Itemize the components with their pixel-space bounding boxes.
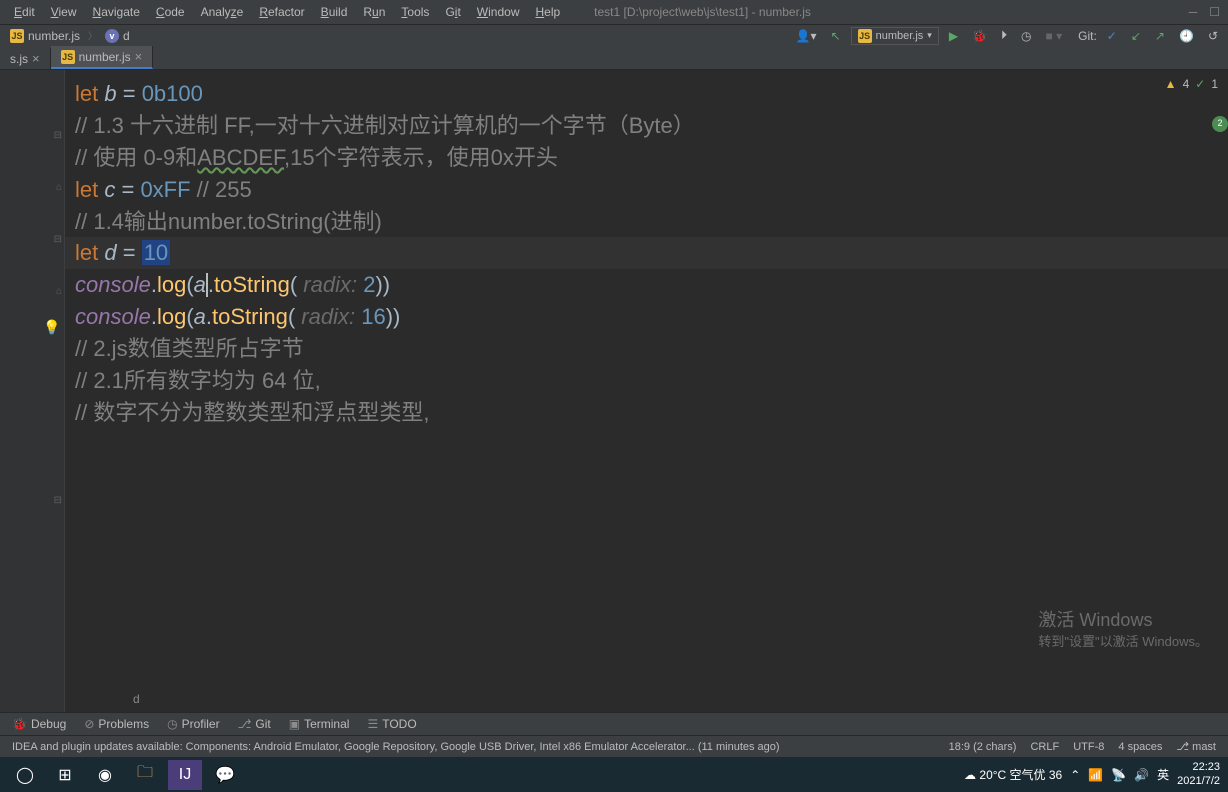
- git-history-icon[interactable]: 🕘: [1175, 27, 1198, 45]
- intellij-icon[interactable]: IJ: [168, 760, 202, 790]
- menu-view[interactable]: View: [45, 3, 83, 21]
- taskbar: ◯ ⊞ ◉ 🗀 IJ 💬 ☁ 20°C 空气优 36 ⌃ 📶 📡 🔊 英 22:…: [0, 757, 1228, 792]
- wifi-icon[interactable]: 📡: [1111, 768, 1126, 782]
- git-toolbar-label: Git:: [1078, 29, 1097, 43]
- js-file-icon: JS: [61, 50, 75, 64]
- git-commit-icon[interactable]: ↙: [1127, 27, 1145, 45]
- todo-icon: ☰: [367, 717, 378, 731]
- start-button[interactable]: ◯: [8, 760, 42, 790]
- terminal-icon: ▣: [289, 717, 300, 731]
- intention-bulb-icon[interactable]: 💡: [43, 317, 60, 337]
- git-update-icon[interactable]: ✓: [1103, 27, 1121, 45]
- tool-todo[interactable]: ☰TODO: [367, 717, 416, 731]
- menu-help[interactable]: Help: [529, 3, 566, 21]
- wechat-icon[interactable]: 💬: [208, 760, 242, 790]
- user-icon[interactable]: 👤▾: [792, 27, 821, 45]
- line-separator[interactable]: CRLF: [1030, 741, 1059, 753]
- run-button[interactable]: ▶: [945, 27, 962, 45]
- variable-icon: v: [105, 29, 119, 43]
- minimize-icon[interactable]: ─: [1189, 5, 1198, 19]
- menu-navigate[interactable]: Navigate: [87, 3, 146, 21]
- build-hammer-icon[interactable]: ↖: [827, 27, 845, 45]
- navigation-bar: JS number.js 〉 v d 👤▾ ↖ JS number.js ▾ ▶…: [0, 24, 1228, 46]
- explorer-icon[interactable]: 🗀: [128, 760, 162, 790]
- menu-analyze[interactable]: Analyze: [195, 3, 250, 21]
- clock[interactable]: 22:23 2021/7/2: [1177, 761, 1220, 787]
- profiler-icon: ◷: [167, 717, 177, 731]
- breadcrumb-file[interactable]: JS number.js: [6, 28, 84, 44]
- git-rollback-icon[interactable]: ↺: [1204, 27, 1222, 45]
- breadcrumb-var[interactable]: v d: [101, 28, 134, 44]
- menu-bar: Edit View Navigate Code Analyze Refactor…: [0, 0, 1228, 24]
- menu-run[interactable]: Run: [357, 3, 391, 21]
- tool-git[interactable]: ⎇Git: [238, 717, 271, 731]
- tool-problems[interactable]: ⊘Problems: [84, 717, 149, 731]
- fold-icon[interactable]: ⌂: [56, 182, 62, 193]
- task-view-icon[interactable]: ⊞: [48, 760, 82, 790]
- git-push-icon[interactable]: ↗: [1151, 27, 1169, 45]
- run-config-selector[interactable]: JS number.js ▾: [851, 27, 939, 45]
- tab-number-js[interactable]: JS number.js ×: [51, 46, 154, 69]
- menu-refactor[interactable]: Refactor: [253, 3, 310, 21]
- volume-icon[interactable]: 🔊: [1134, 768, 1149, 782]
- events-badge[interactable]: 2: [1212, 116, 1228, 132]
- weather-widget[interactable]: ☁ 20°C 空气优 36: [964, 766, 1062, 783]
- chrome-icon[interactable]: ◉: [88, 760, 122, 790]
- warning-icon: ▲: [1165, 76, 1177, 93]
- editor-breadcrumb[interactable]: d: [133, 691, 140, 708]
- inspections-widget[interactable]: ▲4 ✓1: [1165, 76, 1218, 93]
- status-message[interactable]: IDEA and plugin updates available: Compo…: [12, 741, 780, 753]
- menu-code[interactable]: Code: [150, 3, 191, 21]
- tab-s-js[interactable]: s.js ×: [0, 48, 51, 69]
- status-bar: IDEA and plugin updates available: Compo…: [0, 735, 1228, 757]
- indent-setting[interactable]: 4 spaces: [1118, 741, 1162, 753]
- gutter[interactable]: ⊟ ⌂ ⊟ ⌂ ⊟: [0, 70, 65, 712]
- window-title: test1 [D:\project\web\js\test1] - number…: [594, 5, 811, 19]
- menu-git[interactable]: Git: [439, 3, 466, 21]
- js-file-icon: JS: [10, 29, 24, 43]
- close-icon[interactable]: ×: [32, 51, 40, 66]
- tool-debug[interactable]: 🐞Debug: [12, 717, 66, 731]
- js-file-icon: JS: [858, 29, 872, 43]
- problems-icon: ⊘: [84, 717, 94, 731]
- tray-chevron-icon[interactable]: ⌃: [1070, 768, 1080, 782]
- network-icon[interactable]: 📶: [1088, 768, 1103, 782]
- debug-icon: 🐞: [12, 717, 27, 731]
- code-content[interactable]: 💡 ▲4 ✓1 2 let b = 0b100 // 1.3 十六进制 FF,一…: [65, 70, 1228, 712]
- editor[interactable]: ⊟ ⌂ ⊟ ⌂ ⊟ 💡 ▲4 ✓1 2 let b = 0b100 // 1.3…: [0, 70, 1228, 712]
- fold-icon[interactable]: ⊟: [54, 234, 62, 245]
- menu-tools[interactable]: Tools: [395, 3, 435, 21]
- fold-icon[interactable]: ⊟: [54, 495, 62, 506]
- close-icon[interactable]: ×: [135, 49, 143, 64]
- breadcrumb-separator: 〉: [88, 29, 97, 42]
- tool-window-bar: 🐞Debug ⊘Problems ◷Profiler ⎇Git ▣Termina…: [0, 712, 1228, 735]
- check-icon: ✓: [1195, 76, 1205, 93]
- menu-edit[interactable]: Edit: [8, 3, 41, 21]
- debug-button[interactable]: 🐞: [968, 27, 991, 45]
- caret-position[interactable]: 18:9 (2 chars): [949, 741, 1017, 753]
- tool-profiler[interactable]: ◷Profiler: [167, 717, 220, 731]
- git-branch[interactable]: ⎇ mast: [1176, 740, 1216, 753]
- git-icon: ⎇: [238, 717, 252, 731]
- menu-build[interactable]: Build: [315, 3, 354, 21]
- tool-terminal[interactable]: ▣Terminal: [289, 717, 350, 731]
- maximize-icon[interactable]: ☐: [1209, 5, 1220, 19]
- windows-watermark: 激活 Windows 转到"设置"以激活 Windows。: [1038, 607, 1208, 652]
- stop-button[interactable]: ■ ▾: [1042, 27, 1067, 45]
- file-encoding[interactable]: UTF-8: [1073, 741, 1104, 753]
- menu-window[interactable]: Window: [471, 3, 526, 21]
- coverage-button[interactable]: ⏵: [997, 26, 1011, 45]
- profile-button[interactable]: ◷: [1017, 27, 1035, 45]
- fold-icon[interactable]: ⊟: [54, 130, 62, 141]
- fold-icon[interactable]: ⌂: [56, 286, 62, 297]
- ime-indicator[interactable]: 英: [1157, 766, 1169, 783]
- editor-tabs: s.js × JS number.js ×: [0, 46, 1228, 70]
